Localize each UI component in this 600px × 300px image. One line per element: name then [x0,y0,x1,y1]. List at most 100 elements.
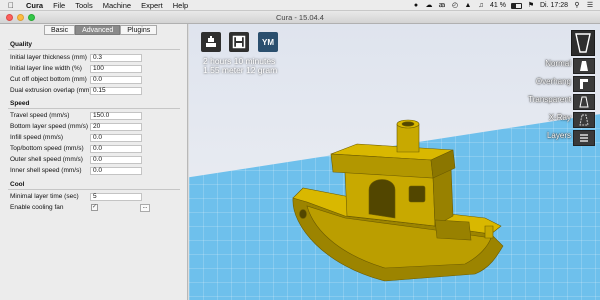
setting-label: Travel speed (mm/s) [10,112,70,119]
3d-viewport[interactable]: YM 2 hours 10 minutes 1.55 meter 12 gram… [189,24,600,300]
tab-basic[interactable]: Basic [44,25,76,35]
infill-speed-input[interactable]: 0.0 [90,133,142,142]
view-mode-icon [575,33,591,53]
layers-view-icon [580,134,588,142]
menu-file[interactable]: File [53,1,65,10]
setting-row-infill-speed: Infill speed (mm/s) 0.0 [10,133,180,142]
battery-percent[interactable]: 41 % [490,2,506,9]
view-mode-overhang-button[interactable] [573,76,595,92]
setting-row-cut-off-bottom: Cut off object bottom (mm) 0.0 [10,75,180,84]
view-mode-label-overhang[interactable]: Overhang [536,77,571,86]
wifi-icon[interactable]: ▲ [464,2,472,9]
setting-row-initial-layer-thickness: Initial layer thickness (mm) 0.3 [10,53,180,62]
outer-shell-speed-input[interactable]: 0.0 [90,155,142,164]
initial-layer-line-width-input[interactable]: 100 [90,64,142,73]
setting-label: Minimal layer time (sec) [10,193,79,200]
view-mode-label-transparent[interactable]: Transparent [528,95,571,104]
battery-icon[interactable] [510,2,522,9]
setting-label: Inner shell speed (mm/s) [10,167,82,174]
spotlight-search-icon[interactable]: ⚲ [573,2,581,9]
window-title-bar: Cura - 15.04.4 [0,11,600,24]
setting-label: Initial layer line width (%) [10,65,82,72]
menu-machine[interactable]: Machine [103,1,131,10]
dual-extrusion-overlap-input[interactable]: 0.15 [90,86,142,95]
setting-row-minimal-layer-time: Minimal layer time (sec) 5 [10,192,180,201]
model-surface [434,219,472,241]
save-disk-icon [232,35,246,49]
setting-row-enable-cooling-fan: Enable cooling fan ✓ [10,203,180,212]
notification-center-icon[interactable]: ☰ [586,2,594,9]
cloud-icon[interactable]: ☁ [425,2,433,9]
section-speed-title: Speed [10,100,30,107]
3d-model-benchy[interactable] [285,106,515,291]
volume-icon[interactable]: ♫ [477,2,485,9]
load-model-button[interactable] [201,32,221,52]
apple-menu-icon[interactable]:  [8,1,18,10]
view-mode-toggle-button[interactable] [571,30,595,56]
view-mode-xray-button[interactable] [573,112,595,128]
model-surface [299,209,307,219]
normal-view-icon [580,61,588,71]
window-title: Cura - 15.04.4 [276,13,324,22]
section-divider [8,189,180,190]
setting-row-travel-speed: Travel speed (mm/s) 150.0 [10,111,180,120]
setting-label: Cut off object bottom (mm) [10,76,87,83]
setting-label: Top/bottom speed (mm/s) [10,145,84,152]
section-cool-title: Cool [10,181,25,188]
setting-row-top-bottom-speed: Top/bottom speed (mm/s) 0.0 [10,144,180,153]
settings-tabs: Basic Advanced Plugins [44,25,158,35]
view-mode-layers-button[interactable] [573,130,595,146]
cooling-fan-settings-button[interactable]: ... [140,204,150,212]
setting-row-initial-layer-line-width: Initial layer line width (%) 100 [10,64,180,73]
view-mode-label-layers[interactable]: Layers [547,131,571,140]
tab-advanced[interactable]: Advanced [75,25,121,35]
print-material-text: 1.55 meter 12 gram [203,65,278,75]
flag-icon[interactable]: ⚑ [527,2,535,9]
section-divider [8,49,180,50]
tab-plugins[interactable]: Plugins [120,25,158,35]
overhang-view-icon [580,79,588,89]
menu-expert[interactable]: Expert [141,1,163,10]
view-mode-label-xray[interactable]: X-Ray [549,113,571,122]
travel-speed-input[interactable]: 150.0 [90,111,142,120]
setting-label: Enable cooling fan [10,204,64,211]
setting-row-inner-shell-speed: Inner shell speed (mm/s) 0.0 [10,166,180,175]
cut-off-bottom-input[interactable]: 0.0 [90,75,142,84]
bottom-layer-speed-input[interactable]: 20 [90,122,142,131]
setting-label: Bottom layer speed (mm/s) [10,123,89,130]
youmagine-button[interactable]: YM [258,32,278,52]
setting-row-dual-extrusion-overlap: Dual extrusion overlap (mm) 0.15 [10,86,180,95]
load-model-icon [206,36,216,47]
minimal-layer-time-input[interactable]: 5 [90,192,142,201]
model-surface [368,179,396,219]
menu-clock[interactable]: Di. 17:28 [540,2,568,9]
view-mode-normal-button[interactable] [573,58,595,74]
timemachine-icon[interactable]: ◴ [451,2,459,9]
battery-level [511,3,516,8]
xray-view-icon [579,114,589,126]
menu-help[interactable]: Help [173,1,188,10]
setting-label: Outer shell speed (mm/s) [10,156,83,163]
setting-row-outer-shell-speed: Outer shell speed (mm/s) 0.0 [10,155,180,164]
view-mode-transparent-button[interactable] [573,94,595,110]
transparent-view-icon [579,96,589,108]
view-mode-label-normal[interactable]: Normal [545,59,571,68]
save-gcode-button[interactable] [229,32,249,52]
inner-shell-speed-input[interactable]: 0.0 [90,166,142,175]
setting-label: Infill speed (mm/s) [10,134,64,141]
menu-app-cura[interactable]: Cura [26,1,43,10]
settings-panel: Basic Advanced Plugins Quality Initial l… [0,24,188,300]
enable-cooling-fan-checkbox[interactable]: ✓ [91,204,98,211]
bluetooth-icon[interactable]: ꜳ [438,2,446,9]
top-bottom-speed-input[interactable]: 0.0 [90,144,142,153]
menu-tools[interactable]: Tools [75,1,93,10]
setting-row-bottom-layer-speed: Bottom layer speed (mm/s) 20 [10,122,180,131]
model-surface [408,185,426,203]
model-surface [401,121,415,127]
initial-layer-thickness-input[interactable]: 0.3 [90,53,142,62]
section-quality-title: Quality [10,41,33,48]
section-divider [8,108,180,109]
macos-menu-bar:  Cura File Tools Machine Expert Help ● … [0,0,600,11]
status-icon[interactable]: ● [412,2,420,9]
model-surface [484,225,494,239]
